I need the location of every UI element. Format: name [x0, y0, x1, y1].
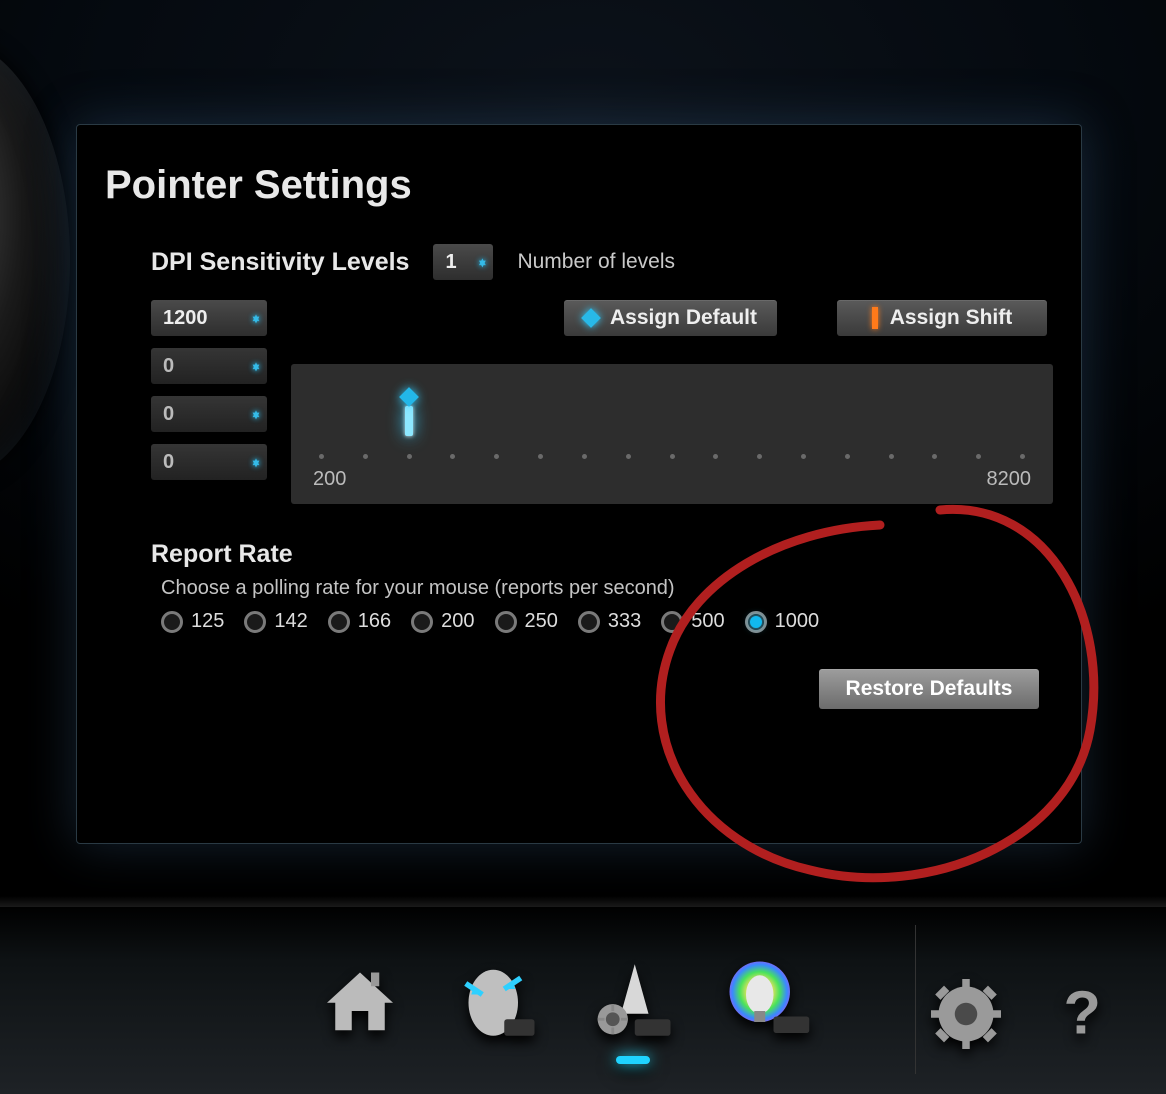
- radio-icon: [745, 611, 767, 633]
- radio-icon: [244, 611, 266, 633]
- dpi-slider[interactable]: 200 8200: [291, 364, 1053, 504]
- radio-icon: [495, 611, 517, 633]
- nav-lighting-icon[interactable]: [718, 950, 818, 1050]
- slider-column: Assign Default Assign Shift 200 8200: [291, 300, 1053, 504]
- restore-defaults-button[interactable]: Restore Defaults: [819, 669, 1039, 709]
- assign-shift-button[interactable]: Assign Shift: [837, 300, 1047, 336]
- dpi-stepper-value: 0: [163, 355, 174, 378]
- dpi-stepper-value: 1200: [163, 307, 208, 330]
- stepper-arrows: ▴ ▾: [479, 261, 485, 263]
- dpi-stepper-value: 0: [163, 451, 174, 474]
- report-rate-option-500[interactable]: 500: [661, 610, 724, 633]
- nav-pointer-icon[interactable]: [582, 950, 682, 1050]
- radio-label: 250: [525, 610, 558, 633]
- dpi-stepper-2[interactable]: 0 ▴▾: [151, 396, 267, 432]
- dpi-levels-row: DPI Sensitivity Levels 1 ▴ ▾ Number of l…: [151, 244, 1053, 280]
- radio-label: 142: [274, 610, 307, 633]
- report-rate-section: Report Rate Choose a polling rate for yo…: [151, 540, 1053, 633]
- report-rate-radio-row: 125 142 166 200 250 333 500 1000: [161, 610, 1053, 633]
- radio-icon: [578, 611, 600, 633]
- nav-home-icon[interactable]: [310, 950, 410, 1050]
- radio-icon: [411, 611, 433, 633]
- svg-text:?: ?: [1064, 979, 1101, 1047]
- nav-divider: [915, 925, 916, 1074]
- shift-marker-icon: [872, 307, 878, 329]
- dpi-slider-thumb[interactable]: [402, 390, 416, 436]
- assign-default-label: Assign Default: [610, 306, 757, 330]
- levels-stepper[interactable]: 1 ▴ ▾: [433, 244, 493, 280]
- levels-caption: Number of levels: [517, 250, 675, 274]
- levels-stepper-value: 1: [445, 251, 456, 274]
- dpi-stepper-value: 0: [163, 403, 174, 426]
- slider-handle-icon: [405, 406, 413, 436]
- dpi-area: 1200 ▴▾ 0 ▴▾ 0 ▴▾ 0 ▴▾ Assign Default: [151, 300, 1053, 504]
- assign-default-button[interactable]: Assign Default: [564, 300, 777, 336]
- restore-defaults-label: Restore Defaults: [846, 677, 1013, 701]
- radio-label: 500: [691, 610, 724, 633]
- radio-icon: [161, 611, 183, 633]
- device-image: [0, 40, 70, 480]
- report-rate-title: Report Rate: [151, 540, 1053, 569]
- diamond-icon: [399, 387, 419, 407]
- diamond-icon: [581, 308, 601, 328]
- panel-title: Pointer Settings: [105, 163, 1053, 208]
- assign-shift-label: Assign Shift: [890, 306, 1013, 330]
- nav-items: [310, 950, 818, 1050]
- assign-button-row: Assign Default Assign Shift: [291, 300, 1053, 336]
- radio-label: 200: [441, 610, 474, 633]
- report-rate-option-125[interactable]: 125: [161, 610, 224, 633]
- nav-groove: [0, 895, 1166, 907]
- radio-label: 1000: [775, 610, 820, 633]
- report-rate-subtitle: Choose a polling rate for your mouse (re…: [161, 577, 1053, 600]
- radio-icon: [661, 611, 683, 633]
- pointer-settings-panel: Pointer Settings DPI Sensitivity Levels …: [76, 124, 1082, 844]
- nav-mouse-icon[interactable]: [446, 950, 546, 1050]
- report-rate-option-1000[interactable]: 1000: [745, 610, 820, 633]
- dpi-stepper-0[interactable]: 1200 ▴▾: [151, 300, 267, 336]
- radio-label: 125: [191, 610, 224, 633]
- slider-min-label: 200: [313, 468, 346, 491]
- nav-right: ?: [926, 974, 1116, 1054]
- radio-icon: [328, 611, 350, 633]
- report-rate-option-166[interactable]: 166: [328, 610, 391, 633]
- report-rate-option-142[interactable]: 142: [244, 610, 307, 633]
- nav-settings-icon[interactable]: [926, 974, 1006, 1054]
- nav-help-icon[interactable]: ?: [1046, 979, 1116, 1049]
- dpi-stepper-1[interactable]: 0 ▴▾: [151, 348, 267, 384]
- radio-label: 333: [608, 610, 641, 633]
- radio-label: 166: [358, 610, 391, 633]
- dpi-levels-label: DPI Sensitivity Levels: [151, 248, 409, 277]
- slider-max-label: 8200: [987, 468, 1032, 491]
- dpi-stepper-3[interactable]: 0 ▴▾: [151, 444, 267, 480]
- report-rate-option-333[interactable]: 333: [578, 610, 641, 633]
- report-rate-option-200[interactable]: 200: [411, 610, 474, 633]
- restore-row: Restore Defaults: [105, 669, 1053, 709]
- bottom-nav: ?: [0, 904, 1166, 1094]
- dpi-stepper-column: 1200 ▴▾ 0 ▴▾ 0 ▴▾ 0 ▴▾: [151, 300, 267, 504]
- report-rate-option-250[interactable]: 250: [495, 610, 558, 633]
